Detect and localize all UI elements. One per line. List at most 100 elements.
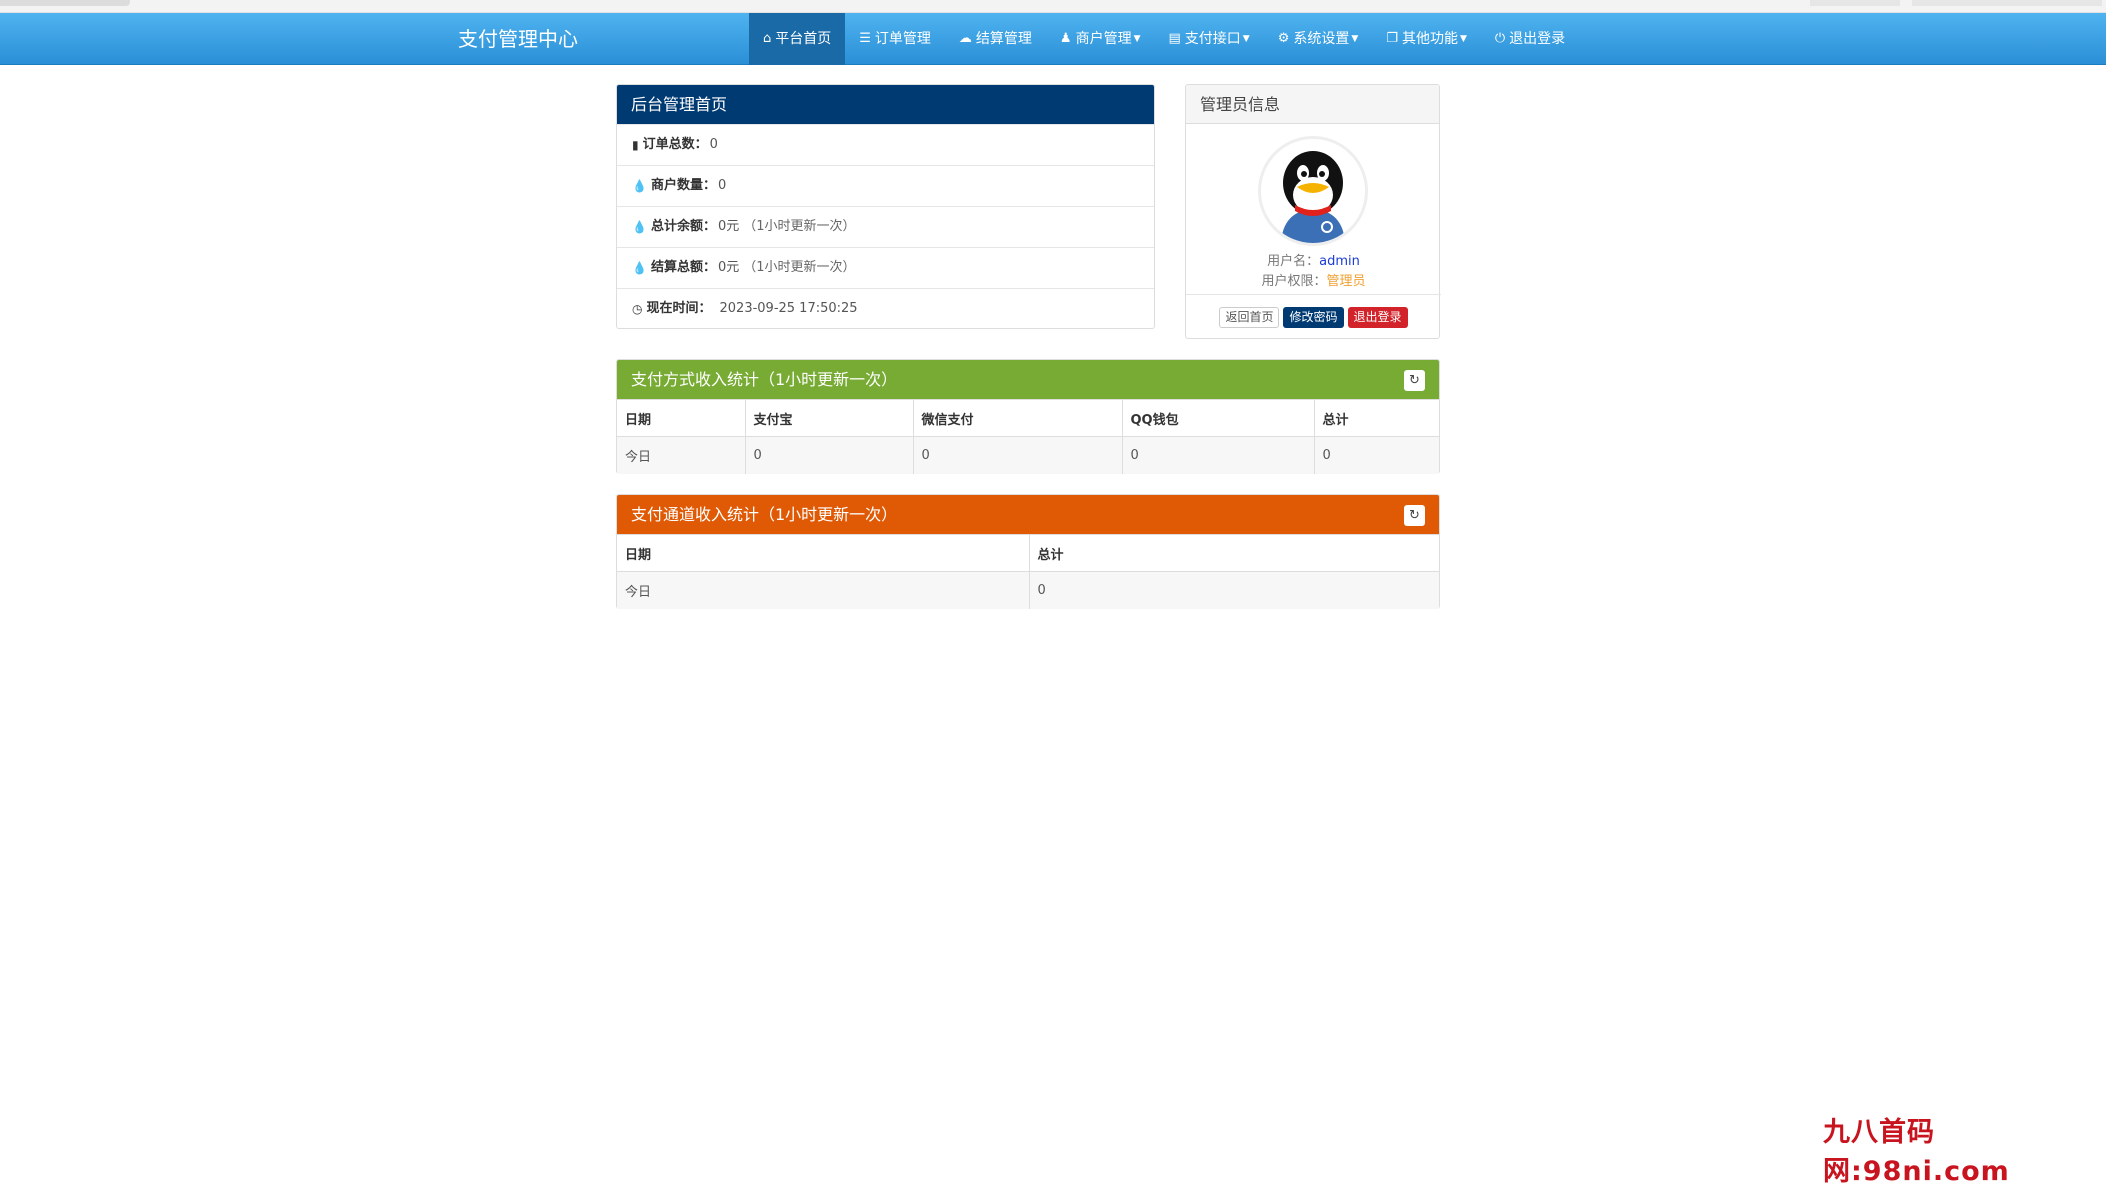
panel-title: 后台管理首页 bbox=[617, 85, 1154, 124]
pay-method-stats-panel: 支付方式收入统计（1小时更新一次） ↻ 日期 支付宝 微信支付 QQ钱包 总计 … bbox=[616, 359, 1440, 474]
logout-button[interactable]: 退出登录 bbox=[1347, 306, 1408, 328]
nav-item-other[interactable]: ❐ 其他功能 ▼ bbox=[1372, 13, 1481, 65]
browser-tab[interactable] bbox=[0, 0, 130, 6]
nav-item-label: 商户管理 bbox=[1075, 31, 1132, 47]
nav-item-settlement[interactable]: ☁ 结算管理 bbox=[945, 13, 1046, 65]
panel-title: 管理员信息 bbox=[1186, 85, 1439, 124]
browser-tab-strip bbox=[0, 0, 2106, 13]
info-row-time: ◷ 现在时间： 2023-09-25 17:50:25 bbox=[617, 288, 1154, 329]
credit-card-icon: ▤ bbox=[1168, 31, 1181, 46]
brand-title[interactable]: 支付管理中心 bbox=[458, 13, 578, 65]
nav-item-label: 系统设置 bbox=[1293, 31, 1350, 47]
pay-method-table: 日期 支付宝 微信支付 QQ钱包 总计 今日 0 0 0 0 bbox=[617, 399, 1439, 474]
nav-item-label: 订单管理 bbox=[874, 31, 931, 47]
info-value: 0元 bbox=[717, 219, 740, 234]
pay-channel-stats-panel: 支付通道收入统计（1小时更新一次） ↻ 日期 总计 今日 0 bbox=[616, 494, 1440, 609]
panel-title: 支付通道收入统计（1小时更新一次） ↻ bbox=[617, 495, 1439, 534]
top-navbar: 支付管理中心 ⌂ 平台首页 ☰ 订单管理 ☁ 结算管理 ♟ 商户管理 ▼ ▤ 支… bbox=[0, 13, 2106, 65]
table-header: QQ钱包 bbox=[1121, 399, 1315, 437]
table-cell: 今日 bbox=[617, 436, 746, 474]
admin-actions: 返回首页 修改密码 退出登录 bbox=[1186, 294, 1441, 339]
info-value: 0 bbox=[709, 137, 718, 152]
dashboard-panel: 后台管理首页 ▮ 订单总数： 0 💧 商户数量： 0 💧 总计余额： 0元 （1… bbox=[616, 84, 1155, 329]
panel-title-text: 支付通道收入统计（1小时更新一次） bbox=[631, 505, 898, 524]
info-row-settlement: 💧 结算总额： 0元 （1小时更新一次） bbox=[617, 247, 1154, 288]
tint-icon: 💧 bbox=[632, 179, 647, 193]
nav-item-label: 支付接口 bbox=[1184, 31, 1241, 47]
nav-item-label: 结算管理 bbox=[975, 31, 1032, 47]
panel-title: 支付方式收入统计（1小时更新一次） ↻ bbox=[617, 360, 1439, 399]
info-label: 现在时间： bbox=[646, 301, 712, 316]
refresh-icon[interactable]: ↻ bbox=[1404, 370, 1425, 391]
browser-tab[interactable] bbox=[1912, 0, 2102, 6]
browser-tab[interactable] bbox=[1810, 0, 1900, 6]
role-label: 用户权限： bbox=[1261, 274, 1327, 289]
cube-icon: ❐ bbox=[1386, 31, 1398, 46]
nav-item-label: 退出登录 bbox=[1509, 31, 1566, 47]
refresh-icon[interactable]: ↻ bbox=[1404, 505, 1425, 526]
nav-menu: ⌂ 平台首页 ☰ 订单管理 ☁ 结算管理 ♟ 商户管理 ▼ ▤ 支付接口 ▼ ⚙… bbox=[749, 13, 1579, 65]
table-header: 支付宝 bbox=[744, 399, 914, 437]
table-cell: 今日 bbox=[617, 571, 1030, 609]
info-label: 订单总数： bbox=[642, 137, 708, 152]
info-row-merchants: 💧 商户数量： 0 bbox=[617, 165, 1154, 206]
pay-channel-table: 日期 总计 今日 0 bbox=[617, 534, 1439, 609]
role-value: 管理员 bbox=[1326, 274, 1366, 289]
info-note: （1小时更新一次） bbox=[743, 260, 856, 275]
user-icon: ♟ bbox=[1059, 31, 1072, 46]
table-cell: 0 bbox=[1028, 571, 1439, 609]
username-label: 用户名： bbox=[1267, 254, 1320, 269]
info-label: 商户数量： bbox=[650, 178, 716, 193]
power-icon: ⏻ bbox=[1494, 31, 1506, 46]
table-cell: 0 bbox=[1313, 436, 1439, 474]
nav-item-orders[interactable]: ☰ 订单管理 bbox=[845, 13, 945, 65]
table-cell: 0 bbox=[1121, 436, 1315, 474]
table-header: 日期 bbox=[617, 534, 1030, 572]
watermark: 九八首码网:98ni.com bbox=[1823, 1117, 2010, 1187]
table-row: 今日 0 bbox=[617, 571, 1439, 609]
info-label: 总计余额： bbox=[650, 219, 716, 234]
penguin-avatar-icon bbox=[1261, 139, 1365, 243]
info-row-orders: ▮ 订单总数： 0 bbox=[617, 124, 1154, 165]
table-cell: 0 bbox=[744, 436, 914, 474]
back-home-button[interactable]: 返回首页 bbox=[1219, 306, 1280, 328]
nav-item-system-settings[interactable]: ⚙ 系统设置 ▼ bbox=[1264, 13, 1373, 65]
table-row: 今日 0 0 0 0 bbox=[617, 436, 1439, 474]
nav-item-payment-api[interactable]: ▤ 支付接口 ▼ bbox=[1155, 13, 1264, 65]
info-value: 0 bbox=[717, 178, 727, 193]
avatar bbox=[1258, 136, 1368, 246]
info-row-balance: 💧 总计余额： 0元 （1小时更新一次） bbox=[617, 206, 1154, 247]
panel-title-text: 支付方式收入统计（1小时更新一次） bbox=[631, 370, 898, 389]
list-icon: ☰ bbox=[859, 31, 871, 46]
nav-item-label: 平台首页 bbox=[775, 31, 832, 47]
cloud-icon: ☁ bbox=[958, 31, 972, 46]
tint-icon: 💧 bbox=[632, 261, 647, 275]
nav-item-label: 其他功能 bbox=[1401, 31, 1458, 47]
clock-icon: ◷ bbox=[632, 302, 643, 316]
change-password-button[interactable]: 修改密码 bbox=[1283, 306, 1344, 328]
table-header: 微信支付 bbox=[912, 399, 1123, 437]
table-header: 日期 bbox=[617, 399, 746, 437]
admin-role-line: 用户权限：管理员 bbox=[1186, 270, 1441, 289]
nav-item-logout[interactable]: ⏻ 退出登录 bbox=[1481, 13, 1579, 65]
caret-down-icon: ▼ bbox=[1351, 34, 1359, 44]
admin-info-panel: 管理员信息 用户名：admin 用户权限：管理员 返回首页 修改密码 退出登录 bbox=[1185, 84, 1441, 339]
home-icon: ⌂ bbox=[763, 31, 772, 46]
caret-down-icon: ▼ bbox=[1459, 34, 1467, 44]
table-header: 总计 bbox=[1313, 399, 1439, 437]
tint-icon: 💧 bbox=[632, 220, 647, 234]
caret-down-icon: ▼ bbox=[1133, 34, 1141, 44]
caret-down-icon: ▼ bbox=[1242, 34, 1250, 44]
info-note: （1小时更新一次） bbox=[743, 219, 856, 234]
gear-icon: ⚙ bbox=[1277, 31, 1290, 46]
username-value: admin bbox=[1319, 254, 1360, 269]
bar-chart-icon: ▮ bbox=[632, 138, 639, 152]
info-value: 0元 bbox=[717, 260, 740, 275]
nav-item-merchants[interactable]: ♟ 商户管理 ▼ bbox=[1046, 13, 1155, 65]
info-value: 2023-09-25 17:50:25 bbox=[719, 301, 858, 316]
admin-username-line: 用户名：admin bbox=[1186, 250, 1441, 269]
nav-item-home[interactable]: ⌂ 平台首页 bbox=[749, 13, 846, 65]
table-cell: 0 bbox=[912, 436, 1123, 474]
info-label: 结算总额： bbox=[650, 260, 716, 275]
table-header: 总计 bbox=[1028, 534, 1439, 572]
